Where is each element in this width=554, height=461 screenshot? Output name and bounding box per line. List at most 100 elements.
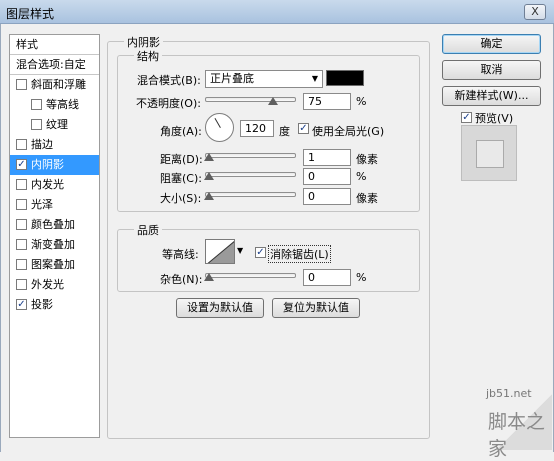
style-list-checkbox[interactable]: ✓ (16, 159, 27, 170)
style-list-item[interactable]: 颜色叠加 (10, 215, 99, 235)
style-list-item[interactable]: 等高线 (10, 95, 99, 115)
style-list-checkbox[interactable]: ✓ (16, 299, 27, 310)
close-button[interactable]: X (524, 4, 546, 20)
noise-slider-thumb[interactable] (204, 273, 214, 281)
style-list-item[interactable]: 斜面和浮雕 (10, 75, 99, 95)
size-input[interactable]: 0 (303, 188, 351, 205)
style-list-item[interactable]: 图案叠加 (10, 255, 99, 275)
opacity-label: 不透明度(O): (136, 97, 201, 110)
opacity-slider-thumb[interactable] (268, 97, 279, 105)
noise-input[interactable]: 0 (303, 269, 351, 286)
style-list-checkbox[interactable] (16, 199, 27, 210)
style-list-item[interactable]: 内发光 (10, 175, 99, 195)
title-bar: 图层样式 X (0, 0, 554, 24)
antialias-label[interactable]: 消除锯齿(L) (268, 245, 331, 263)
distance-slider-thumb[interactable] (204, 153, 214, 161)
style-list-checkbox[interactable] (16, 179, 27, 190)
noise-unit: % (356, 271, 367, 284)
blend-mode-value: 正片叠底 (210, 72, 254, 85)
blend-mode-label: 混合模式(B): (137, 74, 201, 87)
contour-curve-icon (207, 241, 234, 263)
angle-needle (214, 117, 221, 128)
style-list-item[interactable]: 光泽 (10, 195, 99, 215)
style-list-checkbox[interactable] (16, 219, 27, 230)
choke-input[interactable]: 0 (303, 168, 351, 185)
size-slider[interactable] (205, 192, 296, 197)
watermark-url: jb51.net (486, 387, 532, 400)
ok-button[interactable]: 确定 (442, 34, 541, 54)
antialias-checkbox[interactable]: ✓ (255, 247, 266, 258)
style-list-item[interactable]: 渐变叠加 (10, 235, 99, 255)
distance-input[interactable]: 1 (303, 149, 351, 166)
style-list-item[interactable]: 纹理 (10, 115, 99, 135)
opacity-input[interactable]: 75 (303, 93, 351, 110)
style-list-item[interactable]: ✓ 内阴影 (10, 155, 99, 175)
style-list-item-label: 纹理 (46, 118, 68, 131)
style-list-checkbox[interactable] (16, 79, 27, 90)
distance-slider[interactable] (205, 153, 296, 158)
structure-title: 结构 (134, 48, 162, 64)
reset-default-button[interactable]: 复位为默认值 (272, 298, 360, 318)
style-preview-thumbnail (461, 125, 517, 181)
noise-slider[interactable] (205, 273, 296, 278)
style-list-item-label: 内阴影 (31, 158, 64, 171)
style-list-checkbox[interactable] (16, 139, 27, 150)
distance-label: 距离(D): (160, 153, 203, 166)
size-slider-thumb[interactable] (204, 192, 214, 200)
size-unit: 像素 (356, 192, 378, 205)
style-list-checkbox[interactable] (16, 259, 27, 270)
contour-label: 等高线: (162, 248, 199, 261)
style-list-item-label: 内发光 (31, 178, 64, 191)
choke-slider-thumb[interactable] (204, 172, 214, 180)
style-list-item[interactable]: 外发光 (10, 275, 99, 295)
style-list-item-label: 描边 (31, 138, 53, 151)
distance-unit: 像素 (356, 153, 378, 166)
angle-label: 角度(A): (160, 125, 202, 138)
angle-unit: 度 (279, 125, 290, 138)
cancel-button[interactable]: 取消 (442, 60, 541, 80)
style-list-checkbox[interactable] (31, 119, 42, 130)
make-default-button[interactable]: 设置为默认值 (176, 298, 264, 318)
opacity-slider[interactable] (205, 97, 296, 102)
angle-dial[interactable] (205, 113, 234, 142)
style-list-item-label: 等高线 (46, 98, 79, 111)
style-list-item[interactable]: 混合选项:自定 (10, 55, 99, 75)
global-light-checkbox[interactable]: ✓ (298, 123, 309, 134)
style-list-item-label: 样式 (16, 38, 38, 51)
opacity-unit: % (356, 95, 367, 108)
contour-dropdown-arrow[interactable]: ▼ (237, 246, 243, 255)
style-list-item-label: 外发光 (31, 278, 64, 291)
style-list-checkbox[interactable] (16, 279, 27, 290)
style-list-item-label: 投影 (31, 298, 53, 311)
choke-unit: % (356, 170, 367, 183)
preview-inner-square (476, 140, 504, 168)
watermark-logo-text: 脚本之家 (488, 411, 546, 460)
style-list: 样式混合选项:自定斜面和浮雕等高线纹理描边 ✓ 内阴影内发光光泽颜色叠加渐变叠加图案… (9, 34, 100, 438)
preview-label[interactable]: 预览(V) (475, 110, 513, 126)
chevron-down-icon: ▼ (311, 74, 318, 83)
new-style-button[interactable]: 新建样式(W)... (442, 86, 541, 106)
style-list-item[interactable]: ✓ 投影 (10, 295, 99, 315)
style-list-checkbox[interactable] (16, 239, 27, 250)
style-list-checkbox[interactable] (31, 99, 42, 110)
choke-slider[interactable] (205, 172, 296, 177)
global-light-label[interactable]: 使用全局光(G) (312, 123, 384, 139)
size-label: 大小(S): (160, 192, 202, 205)
noise-label: 杂色(N): (160, 273, 203, 286)
blend-mode-select[interactable]: 正片叠底 ▼ (205, 70, 323, 88)
style-list-item-label: 图案叠加 (31, 258, 75, 271)
quality-title: 品质 (134, 222, 162, 238)
style-list-item-label: 颜色叠加 (31, 218, 75, 231)
preview-checkbox[interactable]: ✓ (461, 112, 472, 123)
style-list-item[interactable]: 描边 (10, 135, 99, 155)
style-list-item-label: 渐变叠加 (31, 238, 75, 251)
style-list-item-label: 混合选项:自定 (16, 58, 86, 71)
angle-input[interactable]: 120 (240, 120, 274, 137)
choke-label: 阻塞(C): (160, 172, 202, 185)
style-list-item-label: 光泽 (31, 198, 53, 211)
window-title: 图层样式 (6, 7, 55, 21)
style-list-item-label: 斜面和浮雕 (31, 78, 86, 91)
shadow-color-swatch[interactable] (326, 70, 364, 86)
style-list-item[interactable]: 样式 (10, 35, 99, 55)
contour-picker[interactable] (205, 239, 235, 264)
